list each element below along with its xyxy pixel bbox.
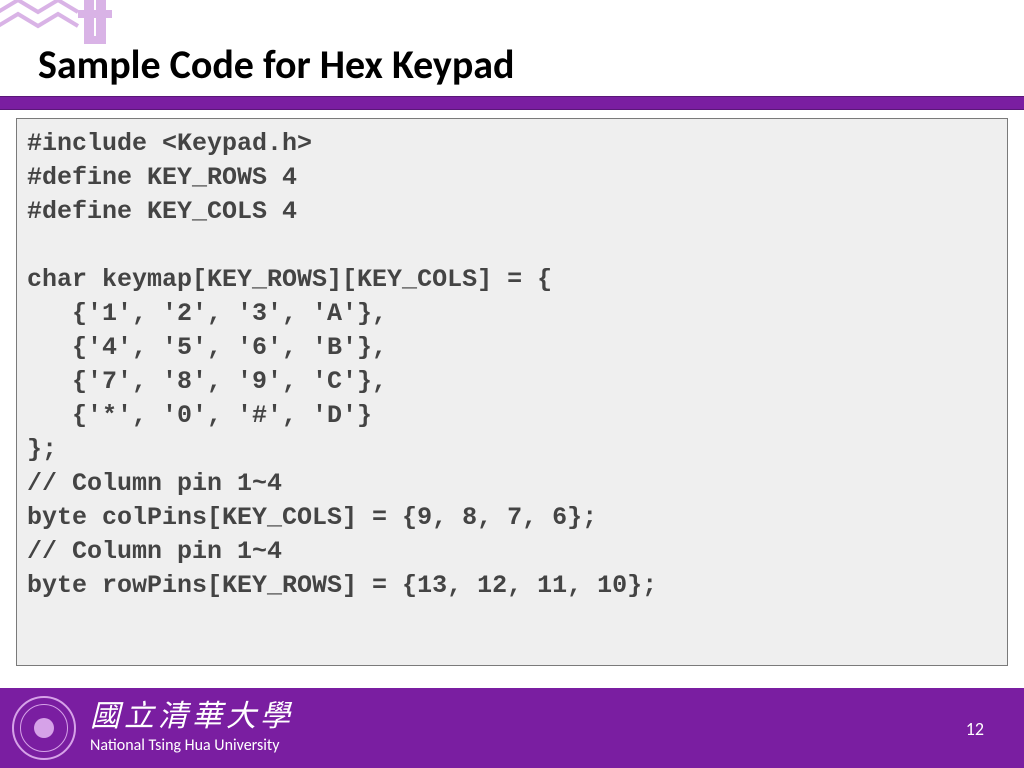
university-seal-icon bbox=[12, 696, 76, 760]
footer-name-english: National Tsing Hua University bbox=[90, 736, 294, 755]
footer-text: 國立清華大學 National Tsing Hua University bbox=[90, 702, 294, 755]
footer-bar: 國立清華大學 National Tsing Hua University 12 bbox=[0, 688, 1024, 768]
footer-name-chinese: 國立清華大學 bbox=[90, 702, 294, 732]
header-divider bbox=[0, 96, 1024, 110]
code-content: #include <Keypad.h> #define KEY_ROWS 4 #… bbox=[27, 127, 997, 603]
page-number: 12 bbox=[966, 718, 984, 740]
slide: Sample Code for Hex Keypad #include <Key… bbox=[0, 0, 1024, 768]
slide-title: Sample Code for Hex Keypad bbox=[38, 40, 515, 89]
code-block: #include <Keypad.h> #define KEY_ROWS 4 #… bbox=[16, 118, 1008, 666]
